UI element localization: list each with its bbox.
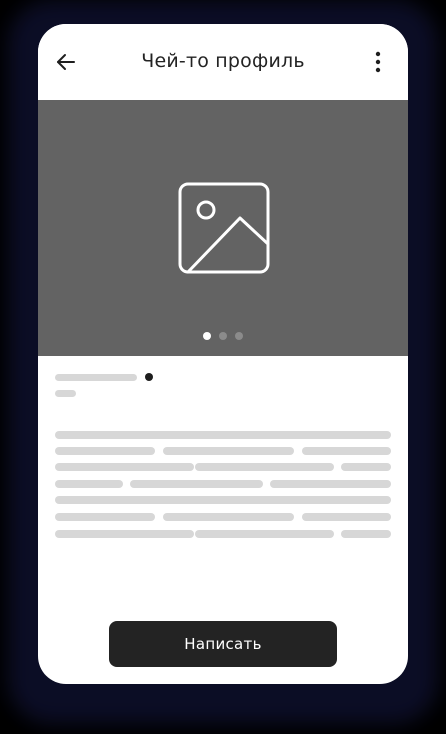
bio-line xyxy=(55,447,155,455)
bio-line xyxy=(341,463,391,471)
bio-line xyxy=(55,513,155,521)
bio-line xyxy=(55,480,123,488)
write-message-button[interactable]: Написать xyxy=(109,621,337,667)
bio-line xyxy=(270,480,391,488)
gallery-pagination xyxy=(203,332,243,340)
profile-name-skeleton xyxy=(55,374,137,381)
more-vertical-icon[interactable] xyxy=(368,50,388,74)
bio-line xyxy=(130,480,263,488)
page-title: Чей-то профиль xyxy=(141,50,305,72)
phone-screen: Чей-то профиль Написать xyxy=(38,24,408,684)
gallery-dot-3[interactable] xyxy=(235,332,243,340)
gallery-dot-1[interactable] xyxy=(203,332,211,340)
bio-line xyxy=(302,447,391,455)
gallery-dot-2[interactable] xyxy=(219,332,227,340)
online-status-dot xyxy=(145,373,153,381)
image-placeholder-icon xyxy=(178,182,270,274)
bio-line xyxy=(55,463,194,471)
profile-meta-skeleton xyxy=(55,390,76,397)
app-header: Чей-то профиль xyxy=(38,24,408,100)
bio-line xyxy=(55,431,391,439)
photo-gallery[interactable] xyxy=(38,100,408,356)
bio-line xyxy=(163,513,294,521)
bio-line xyxy=(195,530,334,538)
bio-line xyxy=(195,463,334,471)
bio-line xyxy=(55,496,391,504)
bio-line xyxy=(302,513,391,521)
bio-line xyxy=(163,447,294,455)
bio-line xyxy=(341,530,391,538)
bio-line xyxy=(55,530,194,538)
